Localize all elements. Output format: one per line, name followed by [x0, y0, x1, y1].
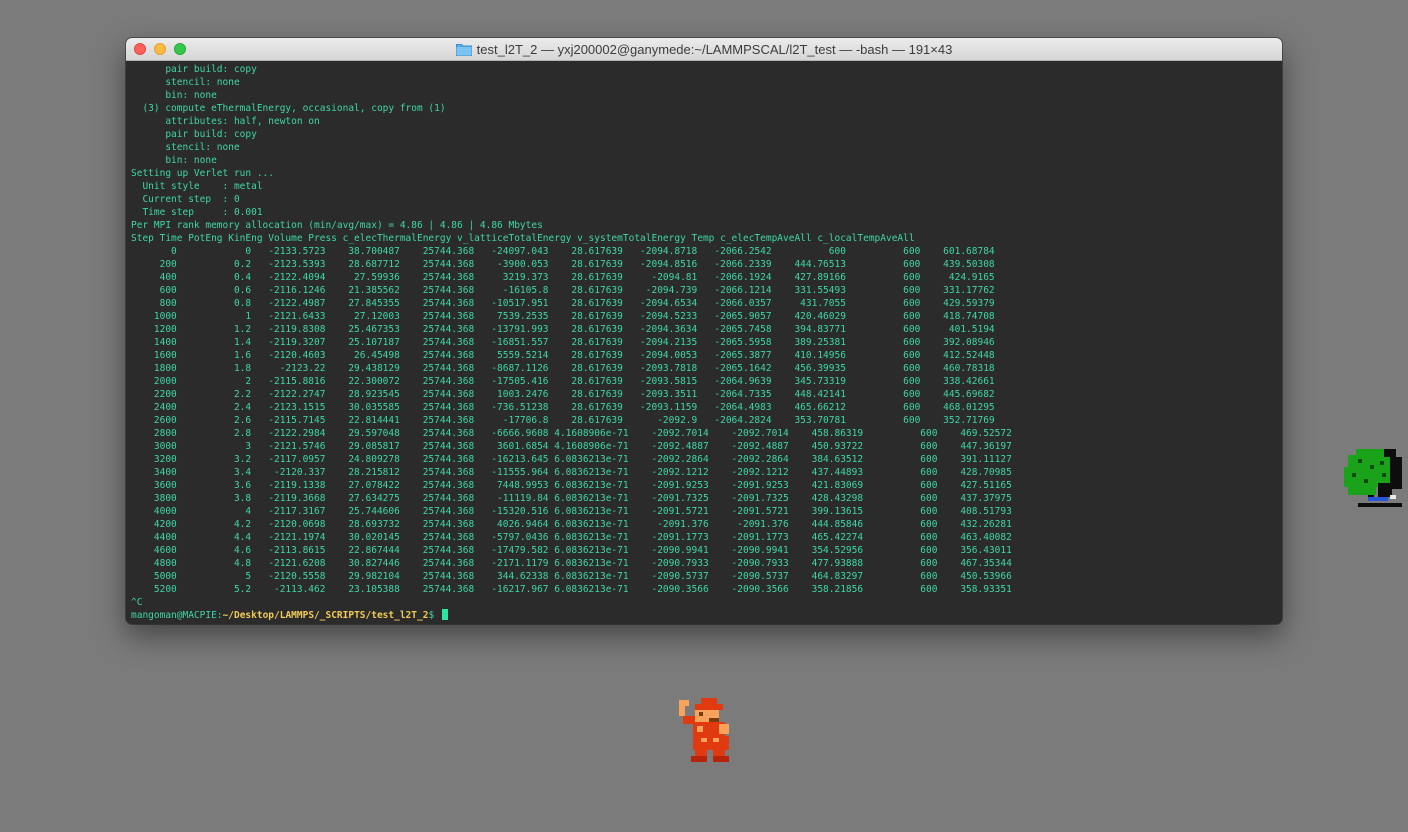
terminal-line: 3000 3 -2121.5746 29.085817 25744.368 36… [131, 441, 1012, 452]
terminal-window[interactable]: test_l2T_2 — yxj200002@ganymede:~/LAMMPS… [126, 38, 1282, 624]
terminal-line: 0 0 -2133.5723 38.700487 25744.368 -2409… [131, 246, 995, 257]
terminal-line: bin: none [131, 155, 217, 166]
terminal-line: Per MPI rank memory allocation (min/avg/… [131, 220, 543, 231]
terminal-line: 3800 3.8 -2119.3668 27.634275 25744.368 … [131, 493, 1012, 504]
terminal-line: 4600 4.6 -2113.8615 22.867444 25744.368 … [131, 545, 1012, 556]
terminal-line: 4200 4.2 -2120.0698 28.693732 25744.368 … [131, 519, 1012, 530]
terminal-line: 4800 4.8 -2121.6208 30.827446 25744.368 … [131, 558, 1012, 569]
window-title: test_l2T_2 — yxj200002@ganymede:~/LAMMPS… [476, 41, 953, 57]
terminal-line: pair build: copy [131, 129, 257, 140]
terminal-line: bin: none [131, 90, 217, 101]
terminal-line: 2200 2.2 -2122.2747 28.923545 25744.368 … [131, 389, 995, 400]
terminal-line: Setting up Verlet run ... [131, 168, 274, 179]
terminal-line: 2600 2.6 -2115.7145 22.814441 25744.368 … [131, 415, 995, 426]
prompt-dollar: $ [428, 610, 440, 621]
terminal-line: 3600 3.6 -2119.1338 27.078422 25744.368 … [131, 480, 1012, 491]
terminal-line: 400 0.4 -2122.4094 27.59936 25744.368 32… [131, 272, 995, 283]
terminal-line: stencil: none [131, 142, 240, 153]
tree-sprite-icon [1344, 449, 1402, 507]
terminal-line: pair build: copy [131, 64, 257, 75]
terminal-line: Step Time PotEng KinEng Volume Press c_e… [131, 233, 915, 244]
terminal-line: 5200 5.2 -2113.462 23.105388 25744.368 -… [131, 584, 1012, 595]
terminal-line: 2400 2.4 -2123.1515 30.035585 25744.368 … [131, 402, 995, 413]
title-bar[interactable]: test_l2T_2 — yxj200002@ganymede:~/LAMMPS… [126, 38, 1282, 61]
terminal-line: 3400 3.4 -2120.337 28.215812 25744.368 -… [131, 467, 1012, 478]
prompt-path: ~/Desktop/LAMMPS/_SCRIPTS/test_l2T_2 [222, 610, 429, 621]
terminal-line: 4400 4.4 -2121.1974 30.020145 25744.368 … [131, 532, 1012, 543]
terminal-line: 2800 2.8 -2122.2984 29.597048 25744.368 … [131, 428, 1012, 439]
terminal-line: 4000 4 -2117.3167 25.744606 25744.368 -1… [131, 506, 1012, 517]
text-cursor [441, 609, 448, 620]
prompt-line[interactable]: mangoman@MACPIE:~/Desktop/LAMMPS/_SCRIPT… [131, 609, 1277, 622]
terminal-line: 600 0.6 -2116.1246 21.385562 25744.368 -… [131, 285, 995, 296]
terminal-line: attributes: half, newton on [131, 116, 320, 127]
mario-sprite-icon [679, 698, 729, 762]
terminal-line: 2000 2 -2115.8816 22.300072 25744.368 -1… [131, 376, 995, 387]
terminal-line: 3200 3.2 -2117.0957 24.809278 25744.368 … [131, 454, 1012, 465]
terminal-output[interactable]: pair build: copy stencil: none bin: none… [126, 61, 1282, 624]
terminal-line: Time step : 0.001 [131, 207, 263, 218]
terminal-line: stencil: none [131, 77, 240, 88]
terminal-line: Unit style : metal [131, 181, 263, 192]
window-title-wrap: test_l2T_2 — yxj200002@ganymede:~/LAMMPS… [126, 38, 1282, 60]
terminal-line: Current step : 0 [131, 194, 240, 205]
folder-icon [455, 43, 472, 56]
terminal-line: ^C [131, 597, 143, 608]
terminal-line: 1000 1 -2121.6433 27.12003 25744.368 753… [131, 311, 995, 322]
terminal-line: 1600 1.6 -2120.4603 26.45498 25744.368 5… [131, 350, 995, 361]
terminal-line: 1200 1.2 -2119.8308 25.467353 25744.368 … [131, 324, 995, 335]
terminal-line: 1800 1.8 -2123.22 29.438129 25744.368 -8… [131, 363, 995, 374]
terminal-line: 5000 5 -2120.5558 29.982104 25744.368 34… [131, 571, 1012, 582]
terminal-line: 800 0.8 -2122.4987 27.845355 25744.368 -… [131, 298, 995, 309]
terminal-line: (3) compute eThermalEnergy, occasional, … [131, 103, 446, 114]
prompt-user-host: mangoman@MACPIE [131, 610, 217, 621]
terminal-line: 1400 1.4 -2119.3207 25.107187 25744.368 … [131, 337, 995, 348]
terminal-line: 200 0.2 -2123.5393 28.687712 25744.368 -… [131, 259, 995, 270]
